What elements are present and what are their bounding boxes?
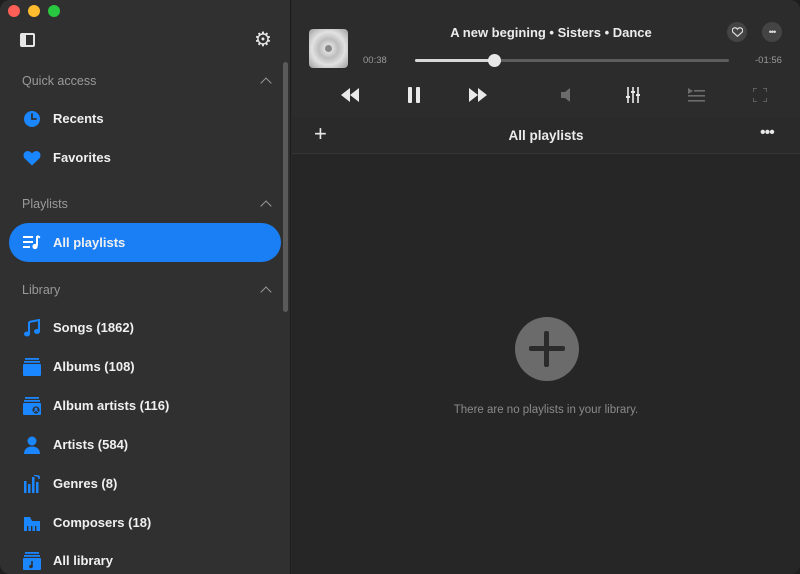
playlists-toolbar: + All playlists ••• [292,118,800,154]
library-icon [23,551,41,570]
sidebar-item-label: Composers (18) [53,515,152,530]
settings-gear-icon[interactable]: ⚙ [253,30,273,50]
heart-icon [23,149,41,167]
sidebar: ⚙ Quick access Recents Favorites Playlis… [0,0,291,574]
sidebar-item-album-artists[interactable]: Album artists (116) [9,386,281,425]
more-options-button[interactable]: ••• [762,22,782,42]
section-title: Playlists [22,197,68,211]
fast-forward-icon[interactable] [468,84,488,106]
section-header-playlists[interactable]: Playlists [22,197,274,212]
sidebar-item-label: Albums (108) [53,359,135,374]
playlist-icon [23,234,41,252]
section-title: Quick access [22,74,97,88]
sidebar-toggle-icon[interactable] [20,33,35,47]
sidebar-item-label: Recents [53,111,104,126]
genres-icon [23,474,41,493]
add-playlist-plus-icon[interactable] [515,317,579,381]
now-playing-title: A new begining • Sisters • Dance [450,25,652,40]
sidebar-item-label: All library [53,553,113,568]
toolbar-more-button[interactable]: ••• [760,124,775,142]
pause-icon[interactable] [406,84,422,106]
sidebar-item-label: Songs (1862) [53,320,134,335]
app-window: ⚙ Quick access Recents Favorites Playlis… [0,0,800,574]
album-stack-icon [23,357,41,376]
sidebar-item-all-library[interactable]: All library [9,541,281,574]
chevron-up-icon[interactable] [260,77,272,89]
sidebar-item-label: Album artists (116) [53,398,170,413]
player-bar: A new begining • Sisters • Dance ••• 00:… [292,0,800,118]
sidebar-item-recents[interactable]: Recents [9,99,281,138]
favorite-heart-button[interactable] [727,22,747,42]
person-icon [23,436,41,454]
window-controls [8,5,60,17]
section-header-library[interactable]: Library [22,283,274,298]
page-title: All playlists [508,128,584,143]
sidebar-item-label: Favorites [53,150,111,165]
music-note-icon [23,318,41,337]
sidebar-item-artists[interactable]: Artists (584) [9,425,281,464]
section-title: Library [22,283,61,297]
progress-slider[interactable] [415,54,729,67]
sidebar-item-label: Artists (584) [53,437,129,452]
sidebar-item-composers[interactable]: Composers (18) [9,503,281,542]
elapsed-time: 00:38 [363,55,387,66]
composer-piano-icon [23,514,41,532]
sidebar-scrollbar[interactable] [283,62,288,312]
clock-icon [23,110,41,128]
sidebar-item-favorites[interactable]: Favorites [9,138,281,177]
sidebar-item-label: Genres (8) [53,476,118,491]
main-panel: A new begining • Sisters • Dance ••• 00:… [292,0,800,574]
progress-knob[interactable] [487,54,501,67]
remaining-time: -01:56 [755,55,782,66]
empty-state-message: There are no playlists in your library. [453,404,639,416]
album-artist-icon [23,396,41,415]
rewind-icon[interactable] [340,84,360,106]
minimize-window-button[interactable] [28,5,40,17]
album-art[interactable] [309,29,348,68]
chevron-up-icon[interactable] [260,200,272,212]
sidebar-item-label: All playlists [53,235,126,250]
sidebar-item-albums[interactable]: Albums (108) [9,347,281,386]
chevron-up-icon[interactable] [260,286,272,298]
queue-icon[interactable] [687,84,705,106]
close-window-button[interactable] [8,5,20,17]
sidebar-item-genres[interactable]: Genres (8) [9,464,281,503]
sidebar-item-all-playlists[interactable]: All playlists [9,223,281,262]
section-header-quick-access[interactable]: Quick access [22,74,274,89]
fullscreen-icon[interactable] [752,84,768,106]
zoom-window-button[interactable] [48,5,60,17]
equalizer-icon[interactable] [624,84,642,106]
sidebar-item-songs[interactable]: Songs (1862) [9,308,281,347]
volume-icon[interactable] [560,84,576,106]
progress-fill [415,59,494,62]
